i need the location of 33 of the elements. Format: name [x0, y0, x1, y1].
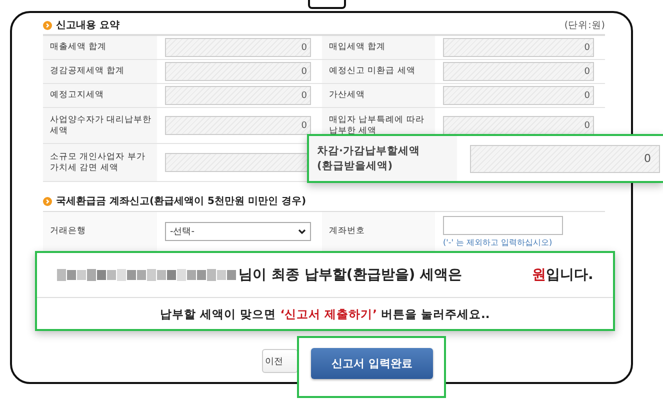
amount-field: 0	[165, 38, 311, 57]
bullet-icon	[43, 196, 52, 206]
chevron-down-icon	[298, 228, 306, 234]
field-label: 거래은행	[43, 212, 157, 251]
section-title: 신고내용 요약	[56, 19, 120, 32]
amount-field: 0	[470, 144, 660, 172]
section-title: 국세환급금 계좌신고(환급세액이 5천만원 미만인 경우)	[56, 195, 306, 208]
submit-button[interactable]: 신고서 입력완료	[311, 348, 433, 379]
amount-field: 0	[443, 86, 594, 105]
field-label: 매입세액 합계	[322, 36, 435, 59]
amount-field: 0	[165, 116, 311, 135]
field-label: 예정고지세액	[43, 84, 157, 107]
bullet-icon	[43, 20, 52, 30]
prev-button[interactable]: 이전	[262, 349, 298, 373]
account-input[interactable]	[443, 216, 563, 235]
field-label: 예정신고 미환급 세액	[322, 60, 435, 83]
unit-label: (단위:원)	[564, 18, 605, 32]
amount-field: 0	[443, 116, 594, 135]
amount-field: 0	[443, 38, 594, 57]
field-label: 소규모 개인사업자 부가가치세 감면 세액	[43, 144, 157, 181]
field-label: 계좌번호	[322, 212, 435, 251]
amount-field: 0	[165, 62, 311, 81]
tax-message: 님이 최종 납부할(환급받을) 세액은 원입니다.	[238, 266, 594, 284]
amount-field: 0	[443, 62, 594, 81]
field-label: 경감공제세액 합계	[43, 60, 157, 83]
bank-select[interactable]: -선택-	[165, 222, 311, 241]
field-label: 매출세액 합계	[43, 36, 157, 59]
input-hint: ('-' 는 제외하고 입력하십시오)	[443, 237, 554, 248]
field-label: 사업양수자가 대리납부한 세액	[43, 108, 157, 143]
field-label: 차감·가감납부할세액 (환급받을세액)	[309, 136, 457, 181]
amount-field: 0	[165, 86, 311, 105]
field-label: 가산세액	[322, 84, 435, 107]
instruction-text: 납부할 세액이 맞으면 ‘신고서 제출하기’ 버튼을 눌러주세요..	[160, 306, 490, 322]
